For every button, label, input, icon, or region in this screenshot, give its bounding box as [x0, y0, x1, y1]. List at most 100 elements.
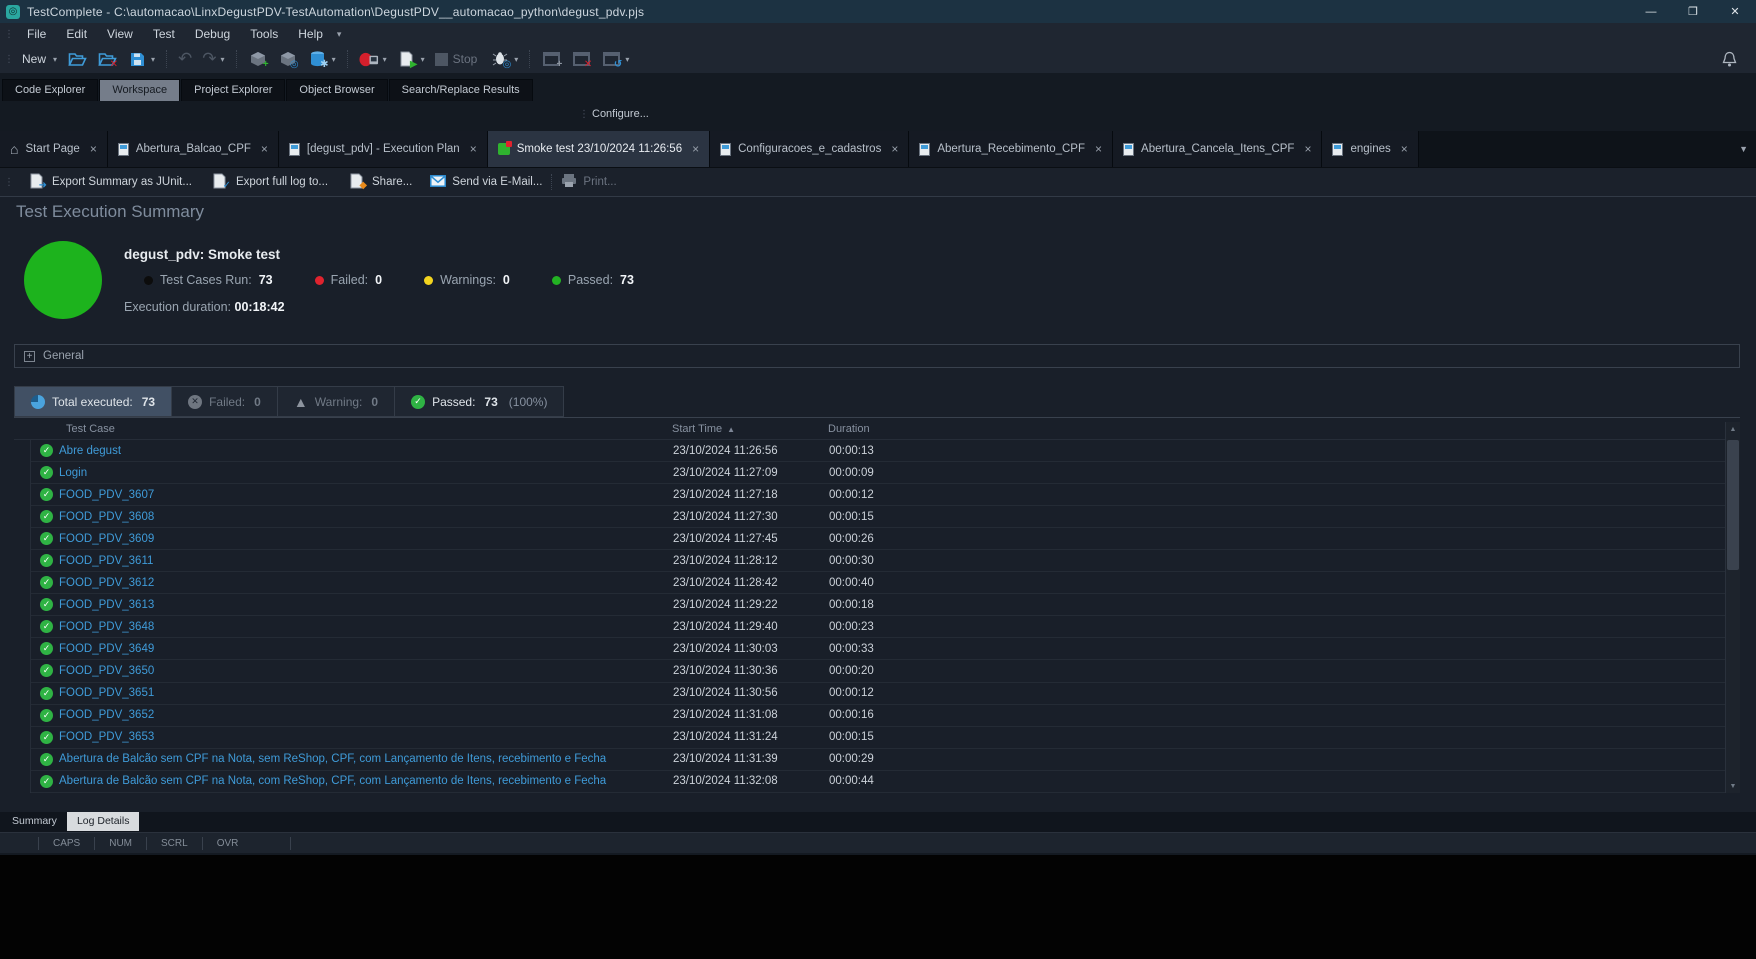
- debug-run-icon[interactable]: ◎▾: [485, 49, 523, 70]
- vertical-scrollbar[interactable]: ▲ ▼: [1725, 422, 1740, 793]
- chevron-down-icon[interactable]: ▾: [421, 55, 425, 64]
- record-test-icon[interactable]: ▾: [354, 49, 392, 70]
- doc-tab-start-page[interactable]: ⌂Start Page×: [0, 131, 108, 167]
- panel-tab-object-browser[interactable]: Object Browser: [286, 79, 387, 101]
- test-case-link[interactable]: FOOD_PDV_3651: [59, 687, 673, 699]
- doc-tab-engines[interactable]: engines×: [1322, 131, 1418, 167]
- chevron-down-icon[interactable]: ▾: [53, 55, 57, 64]
- test-case-link[interactable]: Abertura de Balcão sem CPF na Nota, com …: [59, 775, 673, 787]
- close-tab-icon[interactable]: ×: [1401, 142, 1408, 156]
- close-file-icon[interactable]: ✕: [92, 49, 122, 70]
- test-case-link[interactable]: FOOD_PDV_3611: [59, 555, 673, 567]
- share-icon: ◆: [346, 172, 366, 192]
- close-tab-icon[interactable]: ×: [470, 142, 477, 156]
- results-table: Test Case Start Time▲ Duration ✓Abre deg…: [14, 418, 1740, 793]
- close-window-icon[interactable]: ✕: [566, 49, 596, 70]
- menu-item-tools[interactable]: Tools: [240, 25, 288, 43]
- restore-icon[interactable]: ❐: [1672, 0, 1714, 23]
- redo-icon[interactable]: ↷▾: [197, 50, 229, 68]
- test-case-link[interactable]: FOOD_PDV_3653: [59, 731, 673, 743]
- test-case-link[interactable]: FOOD_PDV_3652: [59, 709, 673, 721]
- notifications-bell-icon[interactable]: [1717, 49, 1742, 70]
- share-button[interactable]: ◆Share...: [337, 172, 421, 192]
- close-tab-icon[interactable]: ×: [1095, 142, 1102, 156]
- general-section-header[interactable]: + General: [14, 344, 1740, 368]
- status-ovr: OVR: [202, 837, 253, 850]
- start-time-cell: 23/10/2024 11:31:08: [673, 709, 829, 721]
- menu-item-view[interactable]: View: [97, 25, 143, 43]
- menu-item-test[interactable]: Test: [143, 25, 185, 43]
- stop-button[interactable]: Stop: [430, 50, 486, 68]
- test-case-link[interactable]: FOOD_PDV_3650: [59, 665, 673, 677]
- test-case-link[interactable]: FOOD_PDV_3613: [59, 599, 673, 611]
- doc-tab-abertura-recebimento-cpf[interactable]: Abertura_Recebimento_CPF×: [909, 131, 1113, 167]
- panel-tab-search-replace-results[interactable]: Search/Replace Results: [389, 79, 533, 101]
- stat-label: Failed:: [331, 273, 369, 287]
- test-case-link[interactable]: Abertura de Balcão sem CPF na Nota, sem …: [59, 753, 673, 765]
- test-case-link[interactable]: Login: [59, 467, 673, 479]
- test-case-link[interactable]: FOOD_PDV_3608: [59, 511, 673, 523]
- tab-scroll-icon[interactable]: ▼: [1731, 131, 1756, 167]
- close-tab-icon[interactable]: ×: [261, 142, 268, 156]
- chevron-down-icon[interactable]: ▾: [333, 29, 346, 40]
- undo-icon[interactable]: ↶: [173, 50, 197, 68]
- close-tab-icon[interactable]: ×: [891, 142, 898, 156]
- filter-tab-passed-[interactable]: ✓Passed:73(100%): [395, 386, 564, 417]
- column-duration[interactable]: Duration: [828, 423, 1740, 435]
- object-spy-icon[interactable]: ◎: [273, 49, 303, 70]
- configure-button[interactable]: ⋮ Configure...: [575, 108, 649, 120]
- reset-window-icon[interactable]: ↺▾: [596, 49, 634, 70]
- chevron-down-icon[interactable]: ▾: [221, 55, 225, 64]
- scrollbar-thumb[interactable]: [1727, 440, 1739, 570]
- doc-tab--degust-pdv-execution-plan[interactable]: [degust_pdv] - Execution Plan×: [279, 131, 488, 167]
- doc-tab-configuracoes-e-cadastros[interactable]: Configuracoes_e_cadastros×: [710, 131, 909, 167]
- close-tab-icon[interactable]: ×: [692, 142, 699, 156]
- column-test-case[interactable]: Test Case: [66, 423, 672, 435]
- chevron-down-icon[interactable]: ▾: [332, 55, 336, 64]
- test-case-link[interactable]: FOOD_PDV_3612: [59, 577, 673, 589]
- export-log-button[interactable]: ✓Export full log to...: [201, 172, 337, 192]
- export-junit-button[interactable]: ➜Export Summary as JUnit...: [17, 172, 201, 192]
- close-tab-icon[interactable]: ×: [1304, 142, 1311, 156]
- scroll-down-icon[interactable]: ▼: [1726, 779, 1740, 793]
- save-icon[interactable]: ▾: [122, 49, 160, 70]
- filter-label: Warning:: [315, 395, 363, 409]
- email-button[interactable]: Send via E-Mail...: [421, 175, 551, 190]
- menu-item-edit[interactable]: Edit: [56, 25, 97, 43]
- doc-tab-label: Abertura_Balcao_CPF: [136, 143, 251, 155]
- expand-icon[interactable]: +: [24, 351, 35, 362]
- panel-tab-code-explorer[interactable]: Code Explorer: [2, 79, 98, 101]
- close-icon[interactable]: ✕: [1714, 0, 1756, 23]
- test-case-link[interactable]: FOOD_PDV_3609: [59, 533, 673, 545]
- doc-tab-smoke-test-23-10-2024-11-26-56[interactable]: Smoke test 23/10/2024 11:26:56×: [488, 131, 710, 167]
- doc-tab-abertura-balcao-cpf[interactable]: Abertura_Balcao_CPF ×: [108, 131, 279, 167]
- chevron-down-icon[interactable]: ▾: [151, 55, 155, 64]
- add-object-icon[interactable]: +: [243, 49, 273, 70]
- chevron-down-icon[interactable]: ▾: [514, 55, 518, 64]
- run-test-icon[interactable]: ▶▾: [392, 49, 430, 70]
- stat-label: Test Cases Run:: [160, 273, 252, 287]
- doc-tab-abertura-cancela-itens-cpf[interactable]: Abertura_Cancela_Itens_CPF×: [1113, 131, 1322, 167]
- database-checkpoint-icon[interactable]: ✱▾: [303, 49, 341, 70]
- chevron-down-icon[interactable]: ▾: [625, 55, 629, 64]
- filter-tab-total-executed-[interactable]: Total executed:73: [14, 386, 172, 417]
- test-case-link[interactable]: FOOD_PDV_3649: [59, 643, 673, 655]
- menu-item-help[interactable]: Help: [288, 25, 333, 43]
- panel-tab-project-explorer[interactable]: Project Explorer: [181, 79, 285, 101]
- open-file-icon[interactable]: [62, 49, 92, 70]
- new-window-icon[interactable]: +: [536, 49, 566, 70]
- close-tab-icon[interactable]: ×: [90, 142, 97, 156]
- test-case-link[interactable]: Abre degust: [59, 445, 673, 457]
- bottom-tab-log-details[interactable]: Log Details: [67, 812, 140, 831]
- chevron-down-icon[interactable]: ▾: [383, 55, 387, 64]
- minimize-icon[interactable]: —: [1630, 0, 1672, 23]
- menu-item-debug[interactable]: Debug: [185, 25, 240, 43]
- test-case-link[interactable]: FOOD_PDV_3607: [59, 489, 673, 501]
- new-button[interactable]: New▾: [17, 50, 62, 68]
- panel-tab-workspace[interactable]: Workspace: [99, 79, 180, 101]
- test-case-link[interactable]: FOOD_PDV_3648: [59, 621, 673, 633]
- bottom-tab-summary[interactable]: Summary: [2, 812, 67, 831]
- column-start-time[interactable]: Start Time▲: [672, 423, 828, 435]
- scroll-up-icon[interactable]: ▲: [1726, 422, 1740, 436]
- menu-item-file[interactable]: File: [17, 25, 56, 43]
